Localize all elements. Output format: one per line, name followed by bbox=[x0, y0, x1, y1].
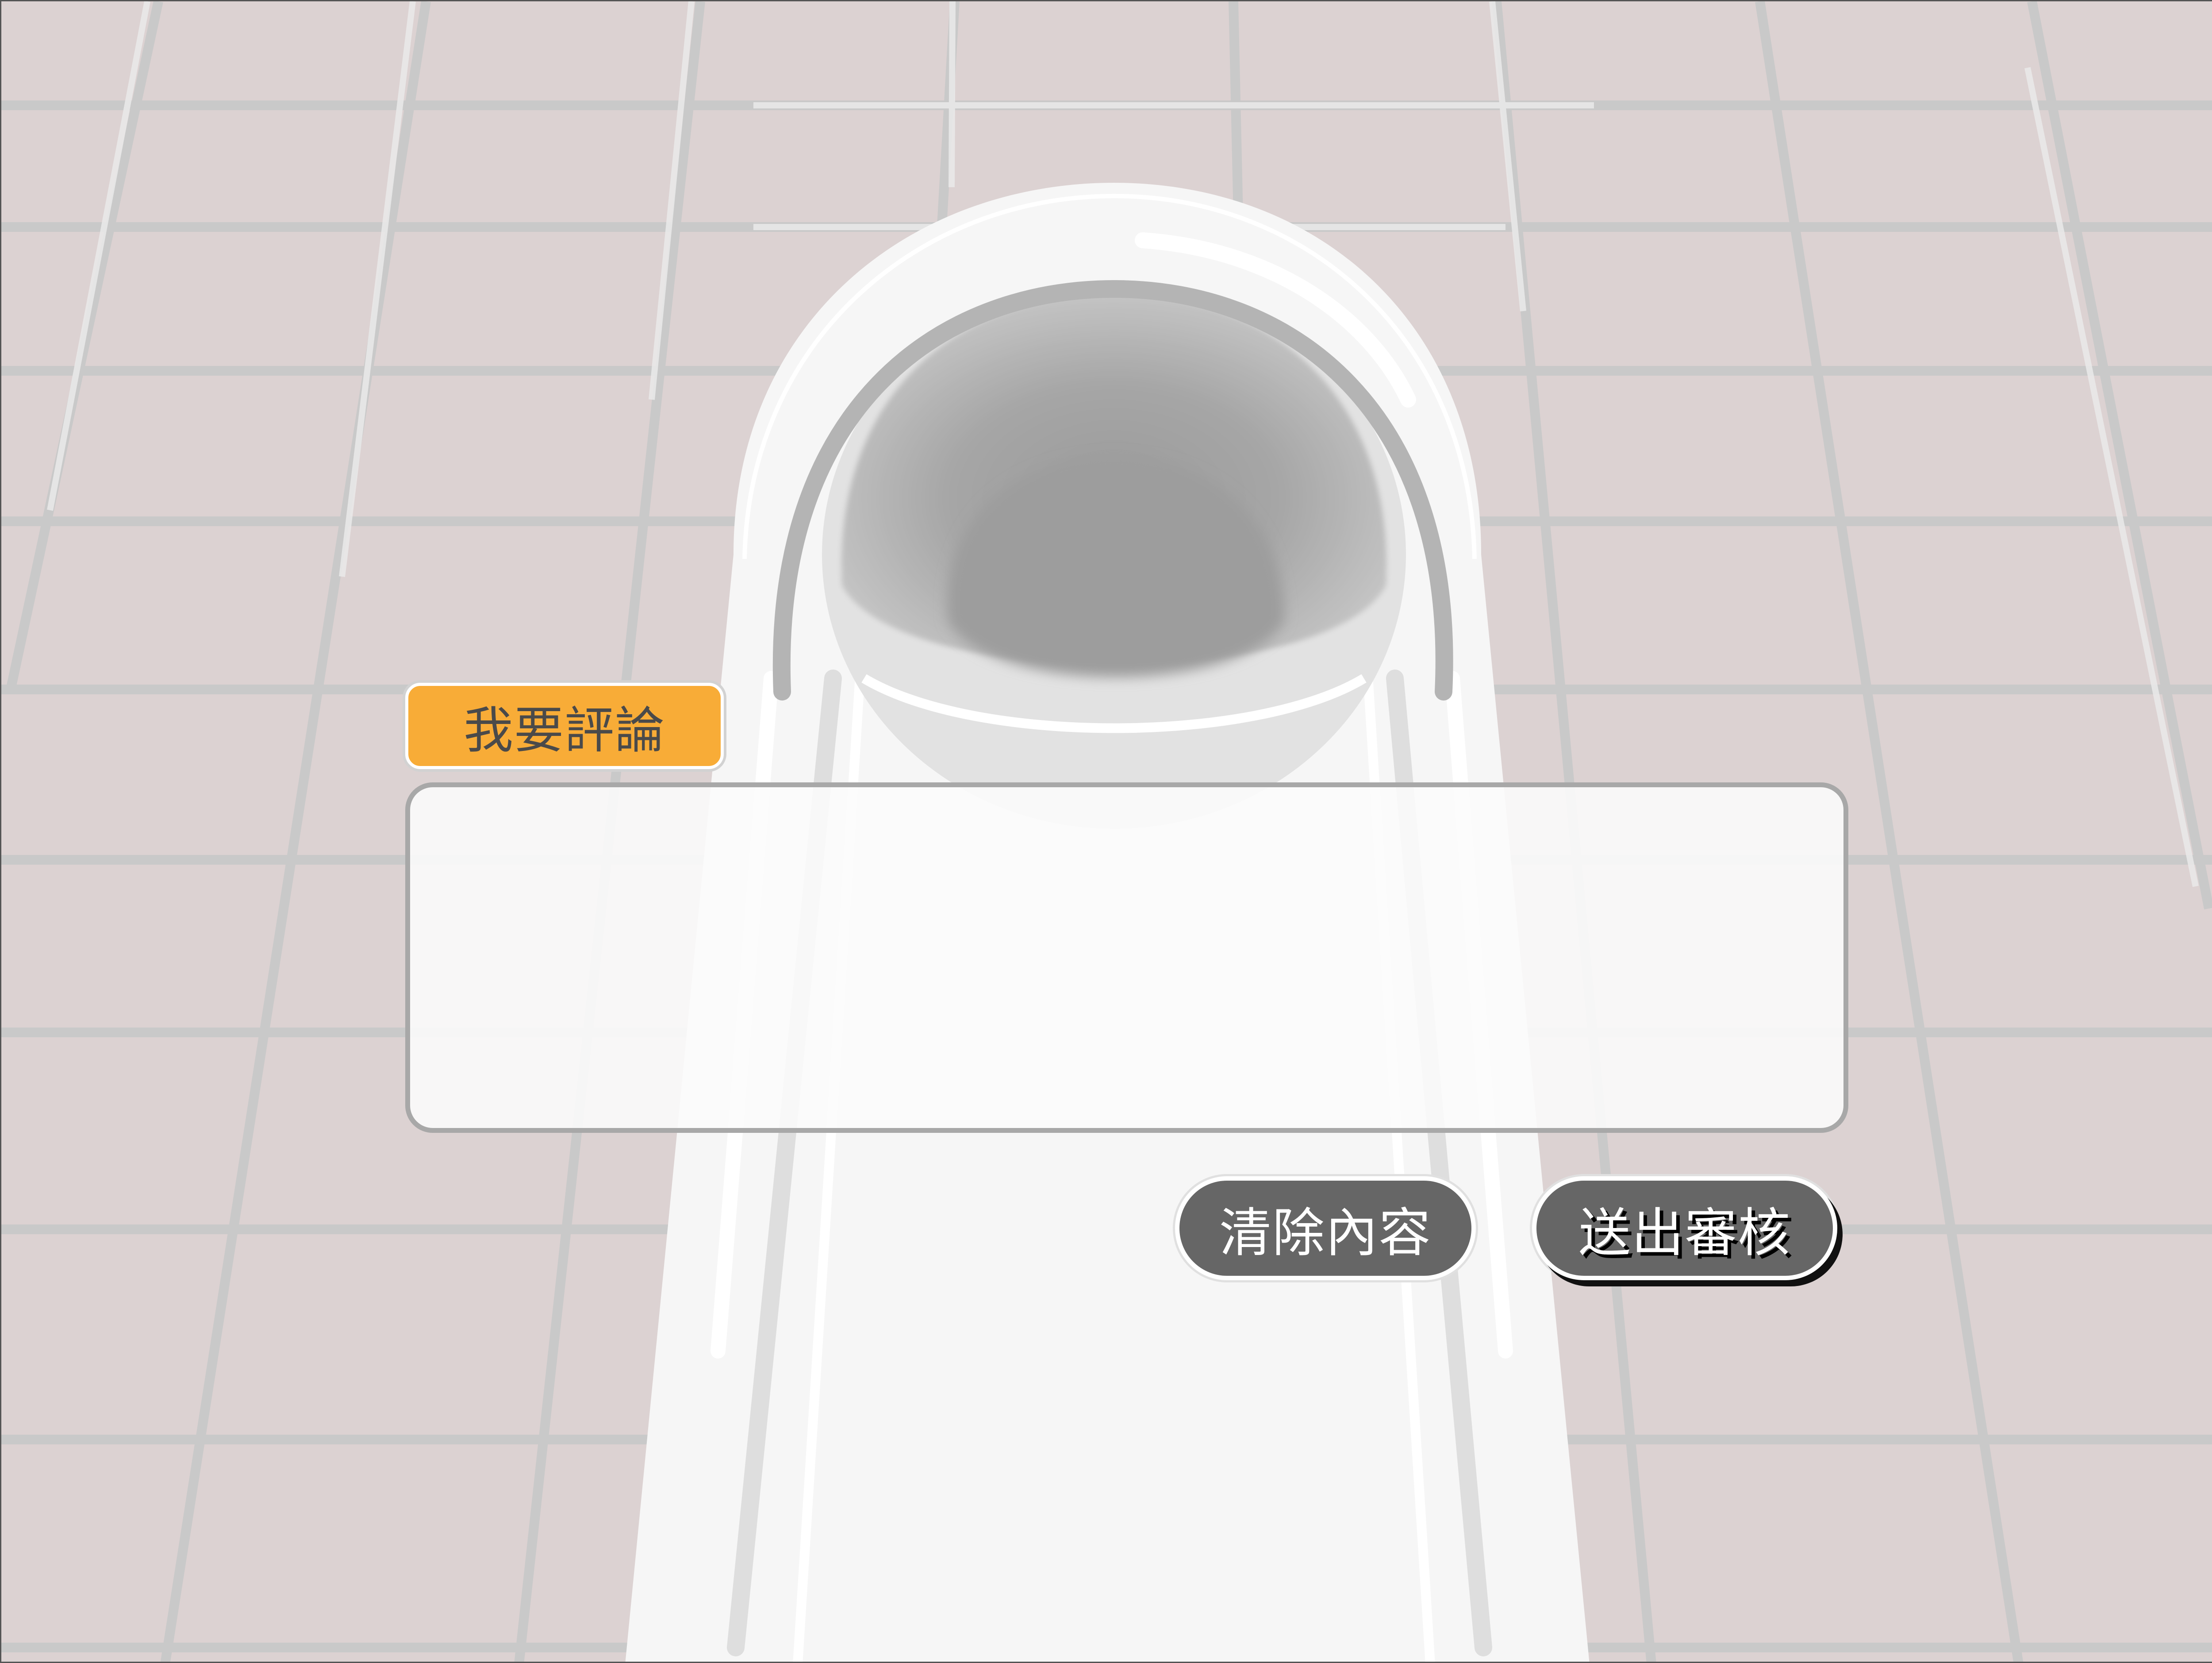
comment-input[interactable] bbox=[405, 782, 1848, 1133]
clear-content-button[interactable]: 清除內容 bbox=[1175, 1176, 1476, 1280]
comment-label: 我要評論 bbox=[405, 683, 724, 769]
comment-label-text: 我要評論 bbox=[464, 701, 665, 759]
submit-review-label: 送出審核 bbox=[1578, 1202, 1791, 1263]
comment-screen: 我要評論 清除內容 送出審核 bbox=[0, 0, 2212, 1663]
clear-content-label: 清除內容 bbox=[1219, 1202, 1432, 1263]
submit-review-button[interactable]: 送出審核 bbox=[1532, 1176, 1837, 1280]
